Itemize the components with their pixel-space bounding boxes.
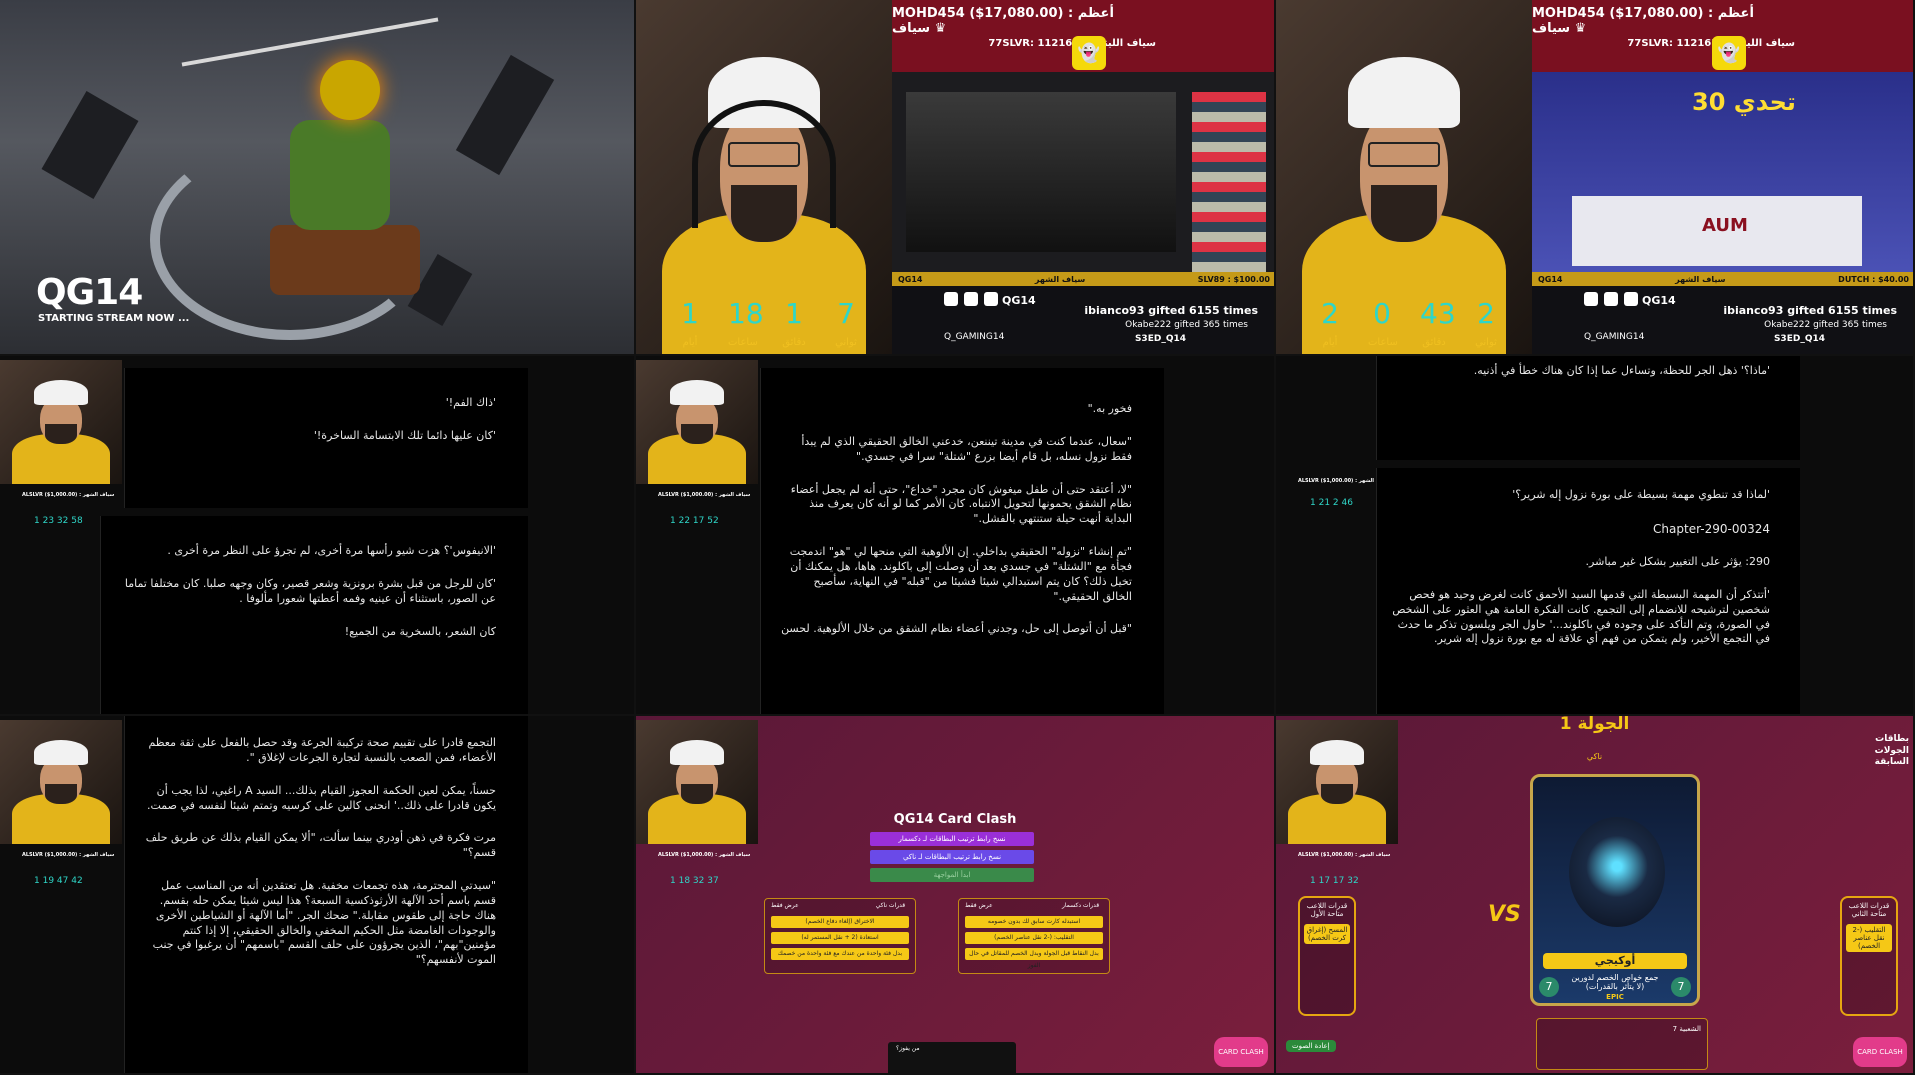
snapchat-icon: 👻 [1712, 36, 1746, 70]
x-icon [944, 292, 958, 306]
start-battle-button[interactable]: ابدأ المواجهة [870, 868, 1034, 882]
text-page: 'الانيفوس'؟ هزت شيو رأسها مرة أخرى، لم ت… [100, 516, 528, 714]
video-player[interactable] [906, 92, 1176, 252]
ability-button[interactable]: استعادة (2 + نقل المستمر له) [771, 932, 909, 944]
stream-title: QG14 [36, 272, 143, 313]
webcam-thumbnail [636, 360, 758, 484]
ability-button[interactable]: استبدله كارت سابق لك بدون خصومه [965, 916, 1103, 928]
chat-icon [1604, 292, 1618, 306]
social-bar: QG14 Q_GAMING14 ibianco93 gifted 6155 ti… [1532, 286, 1913, 354]
stream-grid: QG14 STARTING STREAM NOW ... 1 18 1 7 أي… [0, 0, 1915, 1075]
webcam-thumbnail [0, 360, 122, 484]
mini-timer: 1 21 2 46 [1310, 498, 1353, 508]
text-page: التجمع قادرا على تقييم صحة تركيبة الجرعة… [124, 716, 528, 1073]
copy-link-dexmar-button[interactable]: نسخ رابط ترتيب البطاقات لـ دكسمار [870, 832, 1034, 846]
player-label: ناكي [1586, 752, 1603, 761]
rock-shape [41, 91, 139, 199]
vote-reset-button[interactable]: إعادة الصوت [1286, 1040, 1336, 1052]
stream-overlay: MOHD454 ($17,080.00) : أعظم سياف ♛ 77SLV… [1532, 0, 1913, 354]
webcam-thumbnail [1276, 720, 1398, 844]
sword-shape [181, 17, 439, 67]
social-icons [944, 292, 998, 306]
text-page: فخور به." "سعال، عندما كنت في مدينة تينن… [760, 368, 1164, 714]
player-card[interactable]: أوكيجي جمع خواص الخصم لدورين (لا يتأثر با… [1530, 774, 1700, 1006]
card-clash-menu: ALSLVR ($1,000.00) : سياف الشهر 1 18 32 … [636, 716, 1276, 1075]
vote-widget: من يفوز؟ [888, 1042, 1016, 1073]
text-page: 'لماذا قد تنطوي مهمة بسيطة على بورة نزول… [1376, 468, 1800, 714]
ability-button[interactable]: التقليب (-2 نقل عناصر الخصم) [1846, 924, 1892, 952]
marquee-bar: QG14 سياف الشهر DUTCH : $40.00 [1532, 272, 1913, 286]
character-legs [270, 225, 420, 295]
character-body [290, 120, 390, 230]
ability-button[interactable]: بدل النقاط قبل الجولة وبدل الخصم للمقاتل… [965, 948, 1103, 969]
card-art [1569, 817, 1665, 927]
reading-panel-2: ALSLVR ($1,000.00) : سياف الشهر 1 22 17 … [636, 356, 1276, 716]
game-title: QG14 Card Clash [893, 812, 1017, 827]
shared-screen [892, 72, 1274, 286]
reading-panel-4: ALSLVR ($1,000.00) : سياف الشهر 1 19 47 … [0, 716, 636, 1075]
text-page: 'ذاك الفم!' 'كان عليها دائما تلك الابتسا… [124, 368, 528, 508]
card-clash-battle: ALSLVR ($1,000.00) : سياف الشهر 1 17 17 … [1276, 716, 1915, 1075]
mini-timer: 1 19 47 42 [34, 876, 83, 886]
character-head [320, 60, 380, 120]
youtube-icon [1624, 292, 1638, 306]
popularity-panel: الشعبية 7 [1536, 1018, 1708, 1070]
vs-label: VS [1488, 902, 1521, 927]
rock-shape [455, 54, 555, 176]
marquee-bar: QG14 سياف الشهر SLV89 : $100.00 [892, 272, 1274, 286]
left-abilities-box: قدرات اللاعب متاحة الأول المسح (إغراق كر… [1298, 896, 1356, 1016]
donor-banner: MOHD454 ($17,080.00) : أعظم سياف ♛ 77SLV… [892, 0, 1274, 72]
countdown-timer: 2 0 43 2 [1321, 297, 1495, 330]
stream-panel-2: 2 0 43 2 أيام ساعات دقائق ثواني MOHD454 … [1276, 0, 1915, 356]
mini-timer: 1 22 17 52 [670, 516, 719, 526]
reading-panel-3: 'ماذا؟' ذهل الجر للحظة، وتساءل عما إذا ك… [1276, 356, 1915, 716]
ability-button[interactable]: المسح (إغراق كرت الخصم) [1304, 924, 1350, 944]
mini-timer: 1 18 32 37 [670, 876, 719, 886]
countdown-labels: أيام ساعات دقائق ثواني [682, 337, 857, 348]
mini-timer: 1 23 32 58 [34, 516, 83, 526]
card-clash-logo: CARD CLASH [1853, 1037, 1907, 1067]
card-name: أوكيجي [1543, 953, 1687, 969]
social-bar: QG14 Q_GAMING14 ibianco93 gifted 6155 ti… [892, 286, 1274, 354]
mini-timer: 1 17 17 32 [1310, 876, 1359, 886]
countdown-timer: 1 18 1 7 [681, 297, 855, 330]
previous-rounds-label: بطاقات الجولات السابقة [1874, 734, 1909, 768]
x-icon [1584, 292, 1598, 306]
ability-button[interactable]: التقليب: (-2 نقل عناصر الخصم) [965, 932, 1103, 944]
webcam-thumbnail [0, 720, 122, 844]
card-clash-logo: CARD CLASH [1214, 1037, 1268, 1067]
donor-banner: MOHD454 ($17,080.00) : أعظم سياف ♛ 77SLV… [1532, 0, 1913, 72]
stream-overlay: MOHD454 ($17,080.00) : أعظم سياف ♛ 77SLV… [892, 0, 1274, 354]
anime-scene-panel: QG14 STARTING STREAM NOW ... [0, 0, 636, 356]
right-abilities-box: قدرات اللاعب متاحة الثاني التقليب (-2 نق… [1840, 896, 1898, 1016]
ability-button[interactable]: الاختراق (إلغاء دفاع الخصم) [771, 916, 909, 928]
round-title: الجولة 1 [1559, 716, 1630, 734]
naki-abilities-panel: قدرات ناكي عرض فقط الاختراق (إلغاء دفاع … [764, 898, 916, 974]
text-page: 'ماذا؟' ذهل الجر للحظة، وتساءل عما إذا ك… [1376, 356, 1800, 460]
chat-icon [964, 292, 978, 306]
ability-button[interactable]: بدل فئة واحدة من عندك مع فئة واحدة من خص… [771, 948, 909, 960]
stream-panel-1: 1 18 1 7 أيام ساعات دقائق ثواني MOHD454 … [636, 0, 1276, 356]
copy-link-naki-button[interactable]: نسخ رابط ترتيب البطاقات لـ ناكي [870, 850, 1034, 864]
youtube-icon [984, 292, 998, 306]
reading-panel-1: ALSLVR ($1,000.00) : سياف الشهر 1 23 32 … [0, 356, 636, 716]
tv-studio-view: تحدي 30 AUM [1532, 72, 1913, 286]
countdown-labels: أيام ساعات دقائق ثواني [1322, 337, 1497, 348]
snapchat-icon: 👻 [1072, 36, 1106, 70]
stream-subtitle: STARTING STREAM NOW ... [38, 313, 190, 324]
dexmar-abilities-panel: قدرات دكسمار عرض فقط استبدله كارت سابق ل… [958, 898, 1110, 974]
video-sidebar [1192, 92, 1266, 272]
social-icons [1584, 292, 1638, 306]
